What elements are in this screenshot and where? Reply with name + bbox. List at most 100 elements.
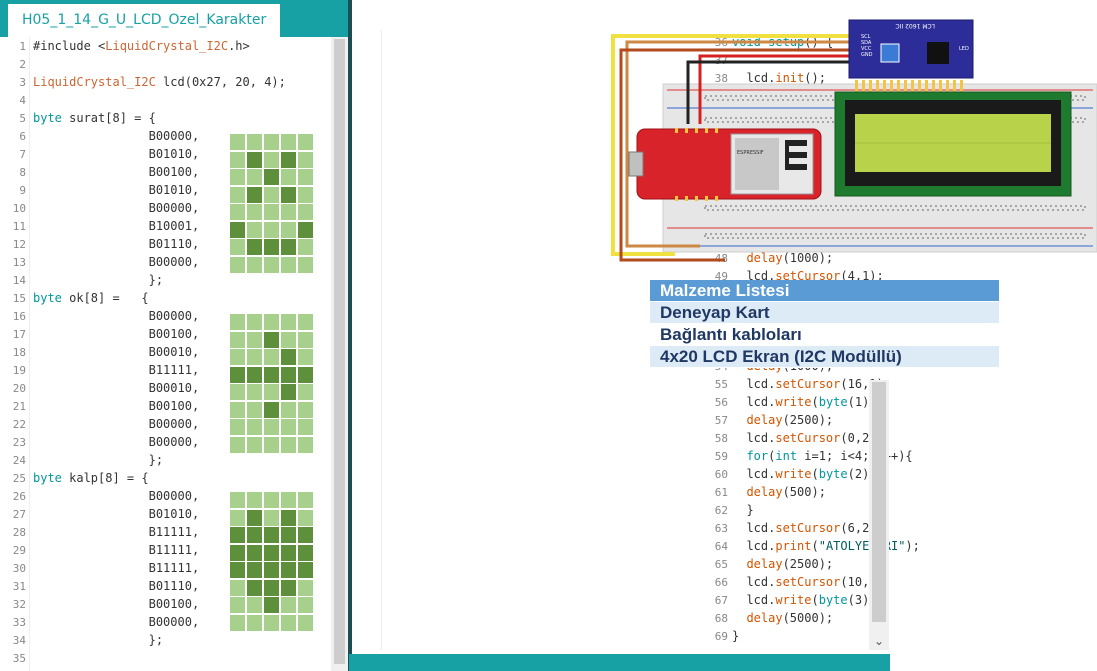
matrix-cell [281, 331, 296, 348]
code-line[interactable]: B00000, [33, 129, 200, 143]
code-line[interactable]: B00000, [33, 417, 200, 431]
line-number: 68 [714, 612, 728, 625]
tab-sketch[interactable]: H05_1_14_G_U_LCD_Ozel_Karakter [8, 4, 280, 37]
matrix-cell [247, 186, 262, 203]
matrix-kalp [229, 491, 317, 632]
code-line[interactable]: B00000, [33, 615, 200, 629]
matrix-cell [264, 134, 279, 150]
circuit-diagram: LCM 1602 IIC SCL SDA VCC GND LED ESPRESS… [611, 19, 1097, 262]
code-line[interactable]: lcd.setCursor(0,2); [732, 431, 883, 445]
code-line[interactable]: B00100, [33, 399, 200, 413]
code-line[interactable]: B10001, [33, 219, 200, 233]
scroll-down-icon[interactable]: ⌄ [869, 632, 889, 650]
code-line[interactable]: B01010, [33, 183, 200, 197]
matrix-cell [247, 419, 262, 435]
matrix-cell [247, 151, 262, 168]
line-number: 15 [12, 292, 26, 305]
line-number: 8 [19, 166, 26, 179]
matrix-cell [247, 614, 262, 631]
line-number: 19 [12, 364, 26, 377]
matrix-cell [298, 221, 313, 238]
code-line[interactable]: lcd.print("ATOLYELERI"); [732, 539, 919, 553]
code-line[interactable]: delay(2500); [732, 557, 833, 571]
code-line[interactable]: } [732, 503, 753, 517]
code-line[interactable]: lcd.write(byte(3)); [732, 593, 883, 607]
tab-bar: H05_1_14_G_U_LCD_Ozel_Karakter [0, 0, 348, 37]
code-line[interactable]: B00100, [33, 597, 200, 611]
code-line[interactable]: delay(500); [732, 485, 825, 499]
code-line[interactable]: lcd.setCursor(16,1); [732, 377, 891, 391]
code-line[interactable]: B01010, [33, 507, 200, 521]
line-number: 63 [714, 522, 728, 535]
matrix-cell [247, 204, 262, 220]
line-number: 67 [714, 594, 728, 607]
left-scrollbar[interactable] [331, 37, 348, 671]
code-line[interactable]: B00000, [33, 435, 200, 449]
code-line[interactable]: lcd.write(byte(1)); [732, 395, 883, 409]
matrix-surat [229, 133, 317, 274]
code-line[interactable]: byte ok[8] = { [33, 291, 149, 305]
line-number: 1 [19, 40, 26, 53]
matrix-cell [230, 562, 245, 578]
right-scrollbar[interactable]: ⌄ [869, 380, 889, 650]
matrix-cell [230, 544, 245, 561]
code-line[interactable]: delay(5000); [732, 611, 833, 625]
matrix-cell [264, 401, 279, 418]
line-number: 35 [12, 652, 26, 665]
line-number: 11 [12, 220, 26, 233]
matrix-cell [264, 544, 279, 561]
matrix-cell [247, 492, 262, 508]
matrix-cell [298, 544, 313, 561]
code-line[interactable]: B01110, [33, 237, 200, 251]
code-line[interactable]: B01110, [33, 579, 200, 593]
right-line-number-gutter [352, 30, 382, 650]
line-number: 26 [12, 490, 26, 503]
right-scrollbar-thumb[interactable] [872, 382, 886, 622]
code-line[interactable]: B00000, [33, 255, 200, 269]
code-line[interactable]: byte kalp[8] = { [33, 471, 149, 485]
left-scrollbar-thumb[interactable] [334, 39, 345, 664]
code-line[interactable]: B00100, [33, 165, 200, 179]
code-line[interactable]: B11111, [33, 543, 200, 557]
matrix-cell [230, 314, 245, 330]
code-line[interactable]: B01010, [33, 147, 200, 161]
code-line[interactable]: }; [33, 633, 163, 647]
matrix-cell [281, 492, 296, 508]
code-line[interactable]: B11111, [33, 561, 200, 575]
code-line[interactable]: B00000, [33, 309, 200, 323]
line-number: 34 [12, 634, 26, 647]
code-line[interactable]: } [732, 629, 739, 643]
matrix-cell [281, 419, 296, 435]
code-line[interactable]: LiquidCrystal_I2C lcd(0x27, 20, 4); [33, 75, 286, 89]
materials-table: Malzeme Listesi Deneyap Kart Bağlantı ka… [650, 280, 999, 368]
matrix-cell [281, 562, 296, 578]
code-line[interactable]: }; [33, 273, 163, 287]
matrix-cell [298, 134, 313, 150]
i2c-label: LCM 1602 IIC [895, 22, 935, 29]
code-line[interactable]: lcd.setCursor(10,3); [732, 575, 891, 589]
code-line[interactable]: lcd.write(byte(2)); [732, 467, 883, 481]
code-line[interactable]: B00000, [33, 489, 200, 503]
line-number: 30 [12, 562, 26, 575]
code-line[interactable]: B11111, [33, 525, 200, 539]
matrix-cell [230, 597, 245, 613]
code-line[interactable]: lcd.setCursor(6,2); [732, 521, 883, 535]
code-line[interactable]: #include <LiquidCrystal_I2C.h> [33, 39, 250, 53]
code-line[interactable]: B00100, [33, 327, 200, 341]
matrix-cell [264, 579, 279, 596]
matrix-cell [298, 614, 313, 631]
code-line[interactable]: }; [33, 453, 163, 467]
matrix-cell [230, 401, 245, 418]
matrix-cell [264, 331, 279, 348]
code-line[interactable]: byte surat[8] = { [33, 111, 156, 125]
code-line[interactable]: B00000, [33, 201, 200, 215]
line-number: 5 [19, 112, 26, 125]
matrix-cell [264, 384, 279, 400]
matrix-cell [264, 314, 279, 330]
code-line[interactable]: B11111, [33, 363, 200, 377]
matrix-cell [264, 221, 279, 238]
code-line[interactable]: B00010, [33, 381, 200, 395]
code-line[interactable]: delay(2500); [732, 413, 833, 427]
code-line[interactable]: B00010, [33, 345, 200, 359]
matrix-cell [230, 256, 245, 273]
